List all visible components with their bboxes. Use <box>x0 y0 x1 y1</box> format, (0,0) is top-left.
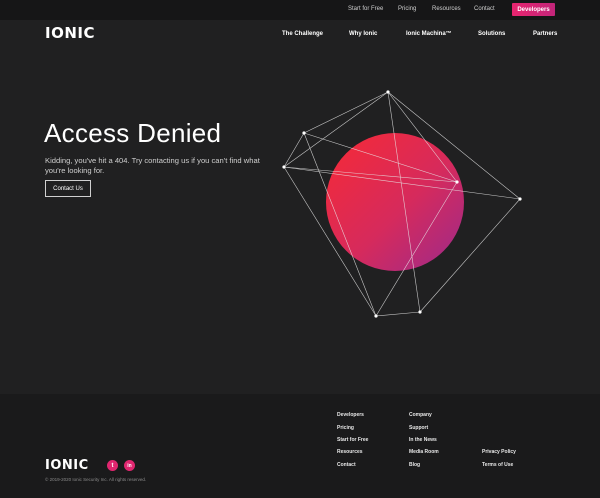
twitter-icon[interactable]: t <box>107 460 118 471</box>
nav-item-ionic-machina[interactable]: Ionic Machina™ <box>406 31 452 37</box>
topbar-link-pricing[interactable]: Pricing <box>398 6 416 12</box>
footer-link-contact[interactable]: Contact <box>337 462 356 468</box>
footer-link-resources[interactable]: Resources <box>337 449 363 455</box>
site-footer <box>0 394 600 498</box>
nav-item-why-ionic[interactable]: Why Ionic <box>349 31 377 37</box>
nav-item-partners[interactable]: Partners <box>533 31 557 37</box>
nav-item-the-challenge[interactable]: The Challenge <box>282 31 323 37</box>
footer-link-media-room[interactable]: Media Room <box>409 449 439 455</box>
footer-link-developers[interactable]: Developers <box>337 412 364 418</box>
developers-button[interactable]: Developers <box>512 3 555 16</box>
linkedin-icon[interactable]: in <box>124 460 135 471</box>
footer-ionic-logo[interactable]: IONIC <box>45 458 89 473</box>
footer-link-company[interactable]: Company <box>409 412 432 418</box>
footer-link-in-the-news[interactable]: In the News <box>409 437 437 443</box>
sphere-wireframe-illustration <box>282 90 522 318</box>
footer-link-privacy-policy[interactable]: Privacy Policy <box>482 449 516 455</box>
copyright-text: © 2019-2020 Ionic Security Inc. All righ… <box>45 477 147 482</box>
footer-link-pricing[interactable]: Pricing <box>337 425 354 431</box>
error-message: Kidding, you've hit a 404. Try contactin… <box>45 156 260 175</box>
footer-link-start-for-free[interactable]: Start for Free <box>337 437 368 443</box>
topbar-link-contact[interactable]: Contact <box>474 6 495 12</box>
top-utility-bar: Start for Free Pricing Resources Contact… <box>0 0 600 20</box>
topbar-link-start-for-free[interactable]: Start for Free <box>348 6 383 12</box>
page-title: Access Denied <box>44 118 222 148</box>
footer-link-terms-of-use[interactable]: Terms of Use <box>482 462 513 468</box>
contact-us-button[interactable]: Contact Us <box>45 180 91 197</box>
gradient-sphere <box>326 133 464 271</box>
footer-link-blog[interactable]: Blog <box>409 462 420 468</box>
topbar-link-resources[interactable]: Resources <box>432 6 461 12</box>
footer-link-support[interactable]: Support <box>409 425 428 431</box>
ionic-logo[interactable]: IONIC <box>45 24 95 42</box>
nav-item-solutions[interactable]: Solutions <box>478 31 505 37</box>
